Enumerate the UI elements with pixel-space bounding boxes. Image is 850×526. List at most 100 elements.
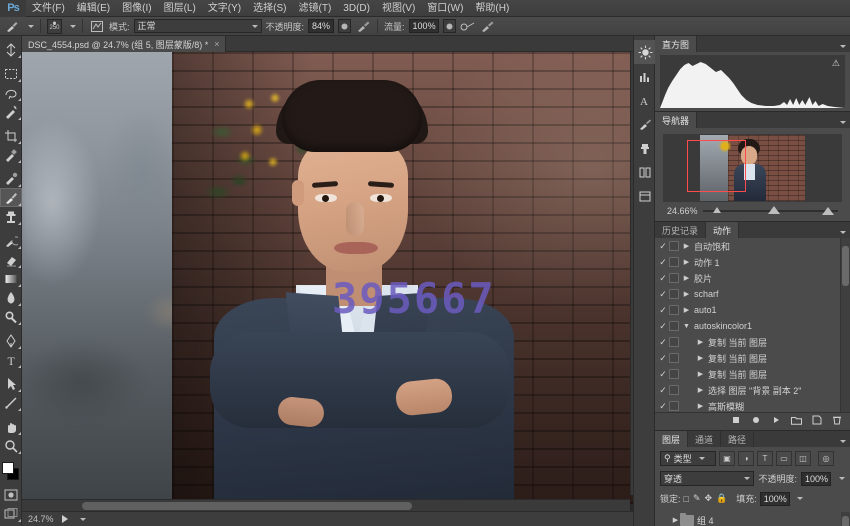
action-row[interactable]: ✓▶胶片 <box>655 270 840 286</box>
rail-character-icon[interactable]: A <box>634 88 656 112</box>
disclosure-triangle-icon[interactable]: ▶ <box>696 386 705 395</box>
document-tab[interactable]: DSC_4554.psd @ 24.7% (组 5, 图层蒙版/8) * × <box>22 36 226 52</box>
opacity-caret-icon[interactable] <box>839 477 845 480</box>
clone-stamp-tool[interactable] <box>0 207 22 226</box>
tab-actions[interactable]: 动作 <box>706 222 739 238</box>
disclosure-triangle-icon[interactable]: ▶ <box>682 274 691 283</box>
action-dialog-toggle[interactable] <box>669 305 679 315</box>
action-row[interactable]: ✓▶复制 当前 图层 <box>655 350 840 366</box>
dodge-tool[interactable] <box>0 307 22 326</box>
navigator-view-box[interactable] <box>687 140 746 192</box>
panel-menu-icon[interactable] <box>836 226 846 237</box>
smoothing-icon[interactable] <box>460 19 476 34</box>
disclosure-triangle-icon[interactable]: ▶ <box>696 354 705 363</box>
layers-list[interactable]: ▶组 4👁▼🔗组 5👁🔗曲线 6👁🔗渐变映射 1👁🔗自然饱和度 2👁▼Dodge… <box>655 510 850 526</box>
action-dialog-toggle[interactable] <box>669 257 679 267</box>
layer-filter-select[interactable]: ⚲ 类型 <box>660 451 716 466</box>
menu-item-4[interactable]: 文字(Y) <box>202 0 247 17</box>
tablet-pressure-icon[interactable] <box>89 19 105 34</box>
action-dialog-toggle[interactable] <box>669 337 679 347</box>
lock-transparent-icon[interactable]: □ <box>684 494 689 504</box>
delete-icon[interactable] <box>832 415 842 428</box>
menu-item-5[interactable]: 选择(S) <box>247 0 292 17</box>
disclosure-triangle-icon[interactable]: ▶ <box>682 290 691 299</box>
new-action-icon[interactable] <box>812 415 822 428</box>
blur-tool[interactable] <box>0 288 22 307</box>
brush-size-caret-icon[interactable] <box>70 25 76 28</box>
flow-input[interactable]: 100% <box>409 19 439 33</box>
zoom-tool[interactable] <box>0 436 22 455</box>
brush-preset-caret-icon[interactable] <box>28 25 34 28</box>
stop-playing-icon[interactable] <box>731 415 741 428</box>
blend-mode-select[interactable]: 正常 <box>134 19 262 33</box>
filter-pixel-icon[interactable]: ▣ <box>719 451 735 466</box>
navigator-zoom-slider[interactable] <box>703 206 838 215</box>
slider-handle[interactable] <box>768 206 780 214</box>
action-enabled-check[interactable]: ✓ <box>657 352 669 364</box>
disclosure-triangle-icon[interactable]: ▶ <box>682 306 691 315</box>
action-row[interactable]: ✓▶自动饱和 <box>655 238 840 254</box>
play-icon[interactable] <box>62 515 68 523</box>
layer-fill-input[interactable]: 100% <box>760 492 790 506</box>
lock-all-icon[interactable]: 🔒 <box>716 493 727 504</box>
disclosure-triangle-icon[interactable]: ▶ <box>696 338 705 347</box>
new-set-icon[interactable] <box>791 415 802 428</box>
disclosure-triangle-icon[interactable]: ▶ <box>696 402 705 411</box>
color-swatches[interactable] <box>0 459 22 485</box>
tab-paths[interactable]: 路径 <box>721 431 754 447</box>
lock-position-icon[interactable]: ✥ <box>705 493 713 504</box>
tab-histogram[interactable]: 直方图 <box>655 36 697 52</box>
panel-menu-icon[interactable] <box>836 435 846 446</box>
layers-scrollbar[interactable] <box>841 512 850 526</box>
action-dialog-toggle[interactable] <box>669 289 679 299</box>
action-enabled-check[interactable]: ✓ <box>657 288 669 300</box>
canvas-area[interactable]: 395667 poco 摄影专题 http://photo.poco.cn/ 实… <box>22 52 642 511</box>
layer-blend-mode-select[interactable]: 穿透 <box>660 471 754 486</box>
rail-info-icon[interactable] <box>634 160 656 184</box>
type-tool[interactable]: T <box>0 350 22 369</box>
action-dialog-toggle[interactable] <box>669 369 679 379</box>
menu-item-9[interactable]: 窗口(W) <box>421 0 469 17</box>
rail-adjustments-icon[interactable] <box>634 40 656 64</box>
menu-item-6[interactable]: 滤镜(T) <box>293 0 338 17</box>
action-dialog-toggle[interactable] <box>669 401 679 411</box>
close-icon[interactable]: × <box>214 39 219 49</box>
marquee-tool[interactable] <box>0 64 22 83</box>
action-dialog-toggle[interactable] <box>669 385 679 395</box>
action-dialog-toggle[interactable] <box>669 321 679 331</box>
actions-scrollbar[interactable] <box>840 238 850 412</box>
layer-row[interactable]: ▶组 4 <box>655 510 850 526</box>
menu-item-2[interactable]: 图像(I) <box>116 0 157 17</box>
zoom-out-icon[interactable] <box>713 207 721 213</box>
filter-shape-icon[interactable]: ▭ <box>776 451 792 466</box>
action-enabled-check[interactable]: ✓ <box>657 384 669 396</box>
foreground-color-swatch[interactable] <box>2 462 14 474</box>
action-enabled-check[interactable]: ✓ <box>657 240 669 252</box>
fill-caret-icon[interactable] <box>797 497 803 500</box>
tab-history[interactable]: 历史记录 <box>655 222 706 238</box>
disclosure-triangle-icon[interactable]: ▶ <box>671 516 680 524</box>
menu-item-8[interactable]: 视图(V) <box>376 0 421 17</box>
eyedropper-tool[interactable] <box>0 145 22 164</box>
healing-brush-tool[interactable] <box>0 169 22 188</box>
status-zoom-value[interactable]: 24.7% <box>28 514 54 524</box>
disclosure-triangle-icon[interactable]: ▶ <box>682 242 691 251</box>
gradient-tool[interactable] <box>0 269 22 288</box>
history-brush-tool[interactable] <box>0 231 22 250</box>
airbrush-icon[interactable] <box>355 19 371 34</box>
action-enabled-check[interactable]: ✓ <box>657 368 669 380</box>
action-row[interactable]: ✓▶动作 1 <box>655 254 840 270</box>
scrollbar-thumb[interactable] <box>842 246 849 286</box>
opacity-pressure-toggle[interactable] <box>338 19 351 33</box>
zoom-in-icon[interactable] <box>822 207 834 215</box>
filter-adjustment-icon[interactable]: ◑ <box>738 451 754 466</box>
navigator-zoom-value[interactable]: 24.66% <box>667 206 698 216</box>
eraser-tool[interactable] <box>0 250 22 269</box>
flow-pressure-toggle[interactable] <box>443 19 456 33</box>
scrollbar-thumb[interactable] <box>82 502 412 510</box>
action-enabled-check[interactable]: ✓ <box>657 272 669 284</box>
navigator-thumbnail[interactable] <box>663 134 842 202</box>
pen-tool[interactable] <box>0 331 22 350</box>
action-enabled-check[interactable]: ✓ <box>657 320 669 332</box>
filter-toggle-switch[interactable]: ◎ <box>818 451 834 466</box>
